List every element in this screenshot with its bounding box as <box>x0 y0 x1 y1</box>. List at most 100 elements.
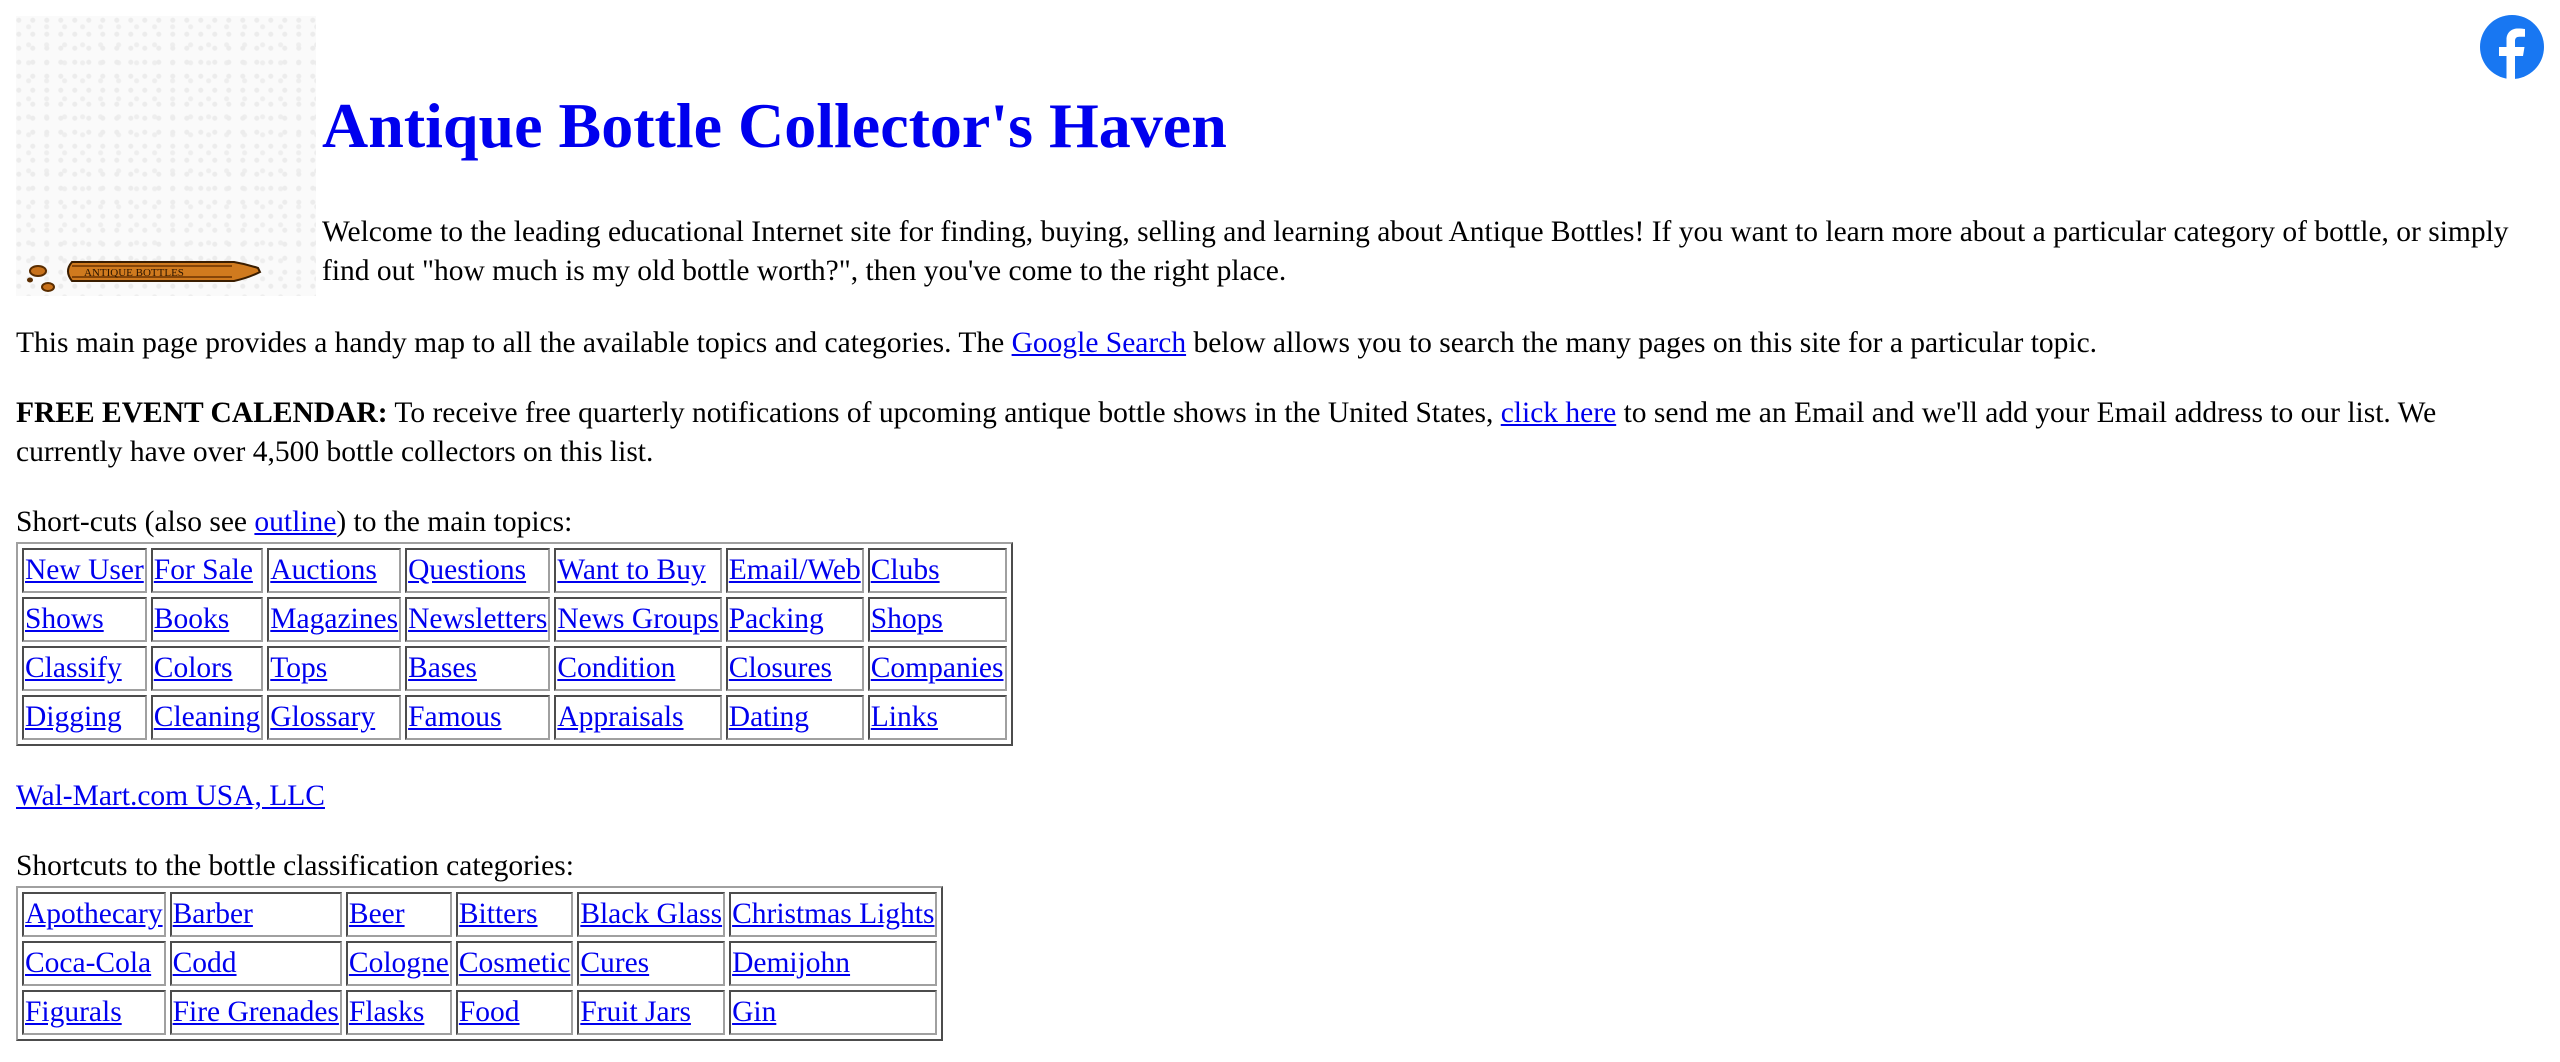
category-link[interactable]: Condition <box>557 652 675 684</box>
event-calendar-paragraph: FREE EVENT CALENDAR: To receive free qua… <box>16 394 2546 472</box>
category-link[interactable]: Classify <box>25 652 122 684</box>
category-link[interactable]: Newsletters <box>408 603 547 635</box>
table-cell: Fire Grenades <box>169 990 342 1035</box>
sponsor-paragraph: Wal-Mart.com USA, LLC <box>16 777 2546 816</box>
table-cell: Colors <box>150 646 264 691</box>
event-calendar-text: To receive free quarterly notifications … <box>387 397 1501 429</box>
table-cell: Classify <box>22 646 147 691</box>
category-link[interactable]: Books <box>154 603 229 635</box>
table-row: Classify Colors Tops Bases Condition Closures… <box>22 646 1007 691</box>
main-map-paragraph: This main page provides a handy map to a… <box>16 324 2546 363</box>
table-cell: Cures <box>577 941 726 986</box>
table-cell: Flasks <box>345 990 452 1035</box>
facebook-icon[interactable] <box>2479 14 2545 80</box>
intro-text: Welcome to the leading educational Inter… <box>322 216 2509 287</box>
table-cell: Want to Buy <box>554 548 722 593</box>
category-link[interactable]: Black Glass <box>580 898 722 930</box>
category-link[interactable]: Questions <box>408 554 526 586</box>
category-link[interactable]: Bitters <box>459 898 538 930</box>
table-cell: Books <box>150 597 264 642</box>
table-cell: Figurals <box>22 990 166 1035</box>
table-cell: Tops <box>267 646 402 691</box>
category-link[interactable]: Digging <box>25 701 122 733</box>
category-link[interactable]: Cologne <box>349 947 449 979</box>
classification-heading: Shortcuts to the bottle classification c… <box>16 850 574 882</box>
category-link[interactable]: News Groups <box>557 603 718 635</box>
category-link[interactable]: Fruit Jars <box>580 996 691 1028</box>
shortcuts-heading: Short-cuts (also see outline) to the mai… <box>16 503 2546 542</box>
table-cell: New User <box>22 548 147 593</box>
category-link[interactable]: Flasks <box>349 996 424 1028</box>
category-link[interactable]: Companies <box>871 652 1004 684</box>
category-link[interactable]: Want to Buy <box>557 554 705 586</box>
main-map-text: This main page provides a handy map to a… <box>16 327 1012 359</box>
category-link[interactable]: Auctions <box>270 554 377 586</box>
category-link[interactable]: Links <box>871 701 938 733</box>
table-cell: Companies <box>867 646 1007 691</box>
category-link[interactable]: Barber <box>173 898 253 930</box>
category-link[interactable]: Closures <box>729 652 832 684</box>
category-link[interactable]: Shops <box>871 603 943 635</box>
table-cell: For Sale <box>150 548 264 593</box>
category-link[interactable]: Dating <box>729 701 809 733</box>
main-topics-table: New User For Sale Auctions Questions Want to… <box>16 542 1013 746</box>
table-cell: Cleaning <box>150 695 264 740</box>
category-link[interactable]: Cleaning <box>154 701 261 733</box>
table-cell: Auctions <box>267 548 402 593</box>
category-link[interactable]: Famous <box>408 701 501 733</box>
category-link[interactable]: Food <box>459 996 520 1028</box>
walmart-link[interactable]: Wal-Mart.com USA, LLC <box>16 780 325 812</box>
category-link[interactable]: Appraisals <box>557 701 683 733</box>
table-cell: Cologne <box>345 941 452 986</box>
table-cell: Shops <box>867 597 1007 642</box>
category-link[interactable]: Clubs <box>871 554 940 586</box>
category-link[interactable]: Cures <box>580 947 649 979</box>
table-row: New User For Sale Auctions Questions Want to… <box>22 548 1007 593</box>
category-link[interactable]: Gin <box>732 996 776 1028</box>
category-link[interactable]: Fire Grenades <box>173 996 339 1028</box>
table-cell: Shows <box>22 597 147 642</box>
table-cell: Demijohn <box>729 941 938 986</box>
category-link[interactable]: For Sale <box>154 554 253 586</box>
table-row: Figurals Fire Grenades Flasks Food Fruit Jar… <box>22 990 938 1035</box>
category-link[interactable]: New User <box>25 554 144 586</box>
event-calendar-label: FREE EVENT CALENDAR: <box>16 397 388 429</box>
category-link[interactable]: Figurals <box>25 996 122 1028</box>
table-cell: Email/Web <box>725 548 864 593</box>
category-link[interactable]: Tops <box>270 652 327 684</box>
category-link[interactable]: Apothecary <box>25 898 163 930</box>
google-search-link[interactable]: Google Search <box>1012 327 1186 359</box>
category-link[interactable]: Packing <box>729 603 824 635</box>
category-link[interactable]: Bases <box>408 652 477 684</box>
category-link[interactable]: Christmas Lights <box>732 898 934 930</box>
category-link[interactable]: Email/Web <box>729 554 861 586</box>
logo-text: ANTIQUE BOTTLES <box>84 267 184 279</box>
table-cell: Condition <box>554 646 722 691</box>
category-link[interactable]: Beer <box>349 898 405 930</box>
table-row: Digging Cleaning Glossary Famous Appraisals D… <box>22 695 1007 740</box>
category-link[interactable]: Colors <box>154 652 233 684</box>
table-row: Apothecary Barber Beer Bitters Black Glass Ch… <box>22 892 938 937</box>
table-cell: Bitters <box>455 892 574 937</box>
table-cell: Coca-Cola <box>22 941 166 986</box>
category-link[interactable]: Coca-Cola <box>25 947 151 979</box>
category-link[interactable]: Demijohn <box>732 947 850 979</box>
table-cell: Magazines <box>267 597 402 642</box>
category-link[interactable]: Glossary <box>270 701 375 733</box>
table-cell: Famous <box>405 695 551 740</box>
category-link[interactable]: Shows <box>25 603 104 635</box>
click-here-link[interactable]: click here <box>1501 397 1616 429</box>
table-row: Coca-Cola Codd Cologne Cosmetic Cures Demijoh… <box>22 941 938 986</box>
table-cell: Digging <box>22 695 147 740</box>
main-content: This main page provides a handy map to a… <box>16 324 2546 1062</box>
table-cell: Christmas Lights <box>729 892 938 937</box>
shortcuts-text-end: ) to the main topics: <box>336 506 573 538</box>
table-cell: Food <box>455 990 574 1035</box>
table-row: Shows Books Magazines Newsletters News Group… <box>22 597 1007 642</box>
category-link[interactable]: Cosmetic <box>459 947 570 979</box>
classification-table: Apothecary Barber Beer Bitters Black Glass Ch… <box>16 886 944 1041</box>
category-link[interactable]: Codd <box>173 947 237 979</box>
table-cell: Dating <box>725 695 864 740</box>
outline-link[interactable]: outline <box>254 506 336 538</box>
category-link[interactable]: Magazines <box>270 603 398 635</box>
